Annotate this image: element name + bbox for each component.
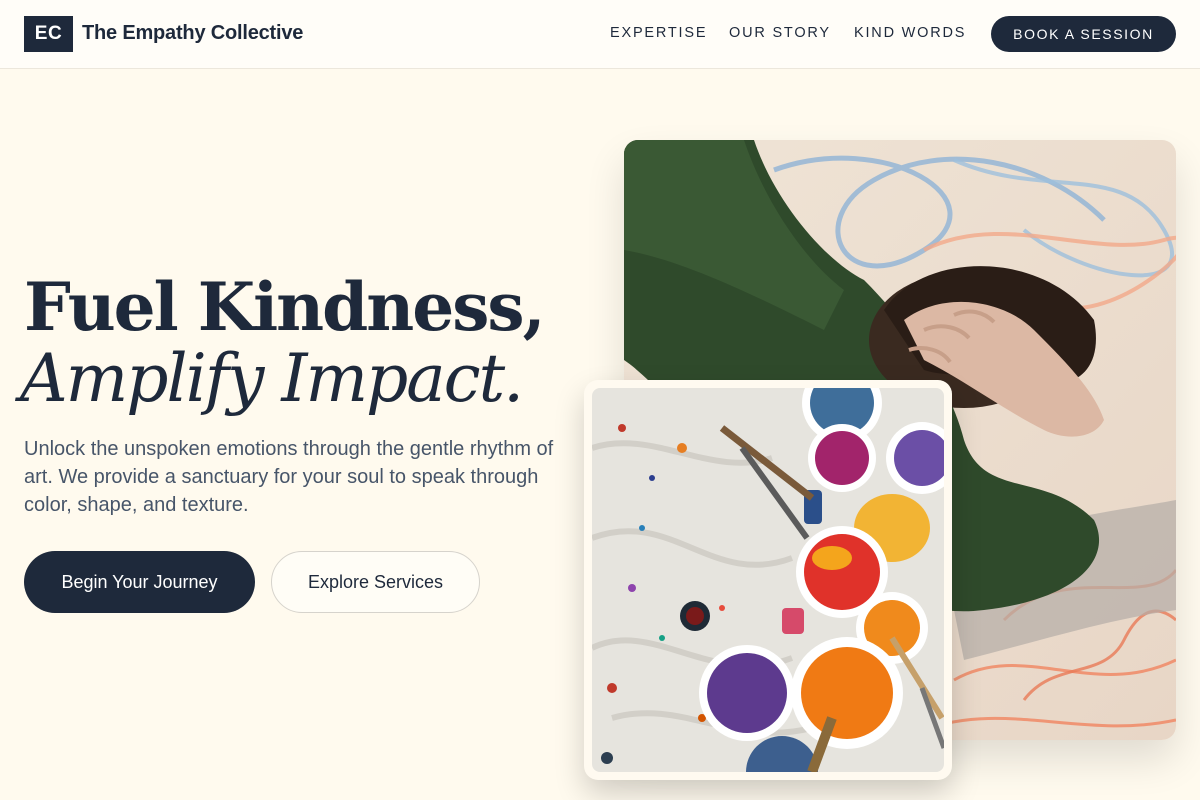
book-session-button[interactable]: BOOK A SESSION <box>991 16 1176 52</box>
nav-our-story[interactable]: OUR STORY <box>729 25 831 41</box>
begin-journey-button[interactable]: Begin Your Journey <box>24 551 255 613</box>
explore-services-button[interactable]: Explore Services <box>271 551 480 613</box>
logo-mark[interactable]: EC <box>24 16 73 52</box>
nav-expertise[interactable]: EXPERTISE <box>610 25 707 41</box>
brand-name[interactable]: The Empathy Collective <box>82 22 303 45</box>
hero-headline-line2: Amplify Impact. <box>20 340 524 417</box>
hero-photo-front-frame <box>584 380 952 780</box>
hero-headline-line1: Fuel Kindness, <box>24 268 546 346</box>
nav-kind-words[interactable]: KIND WORDS <box>854 25 966 41</box>
paint-cans-illustration <box>592 388 944 772</box>
site-header: EC The Empathy Collective EXPERTISE OUR … <box>0 0 1200 69</box>
hero-photo-front <box>592 388 944 772</box>
hero-description: Unlock the unspoken emotions through the… <box>24 438 554 516</box>
